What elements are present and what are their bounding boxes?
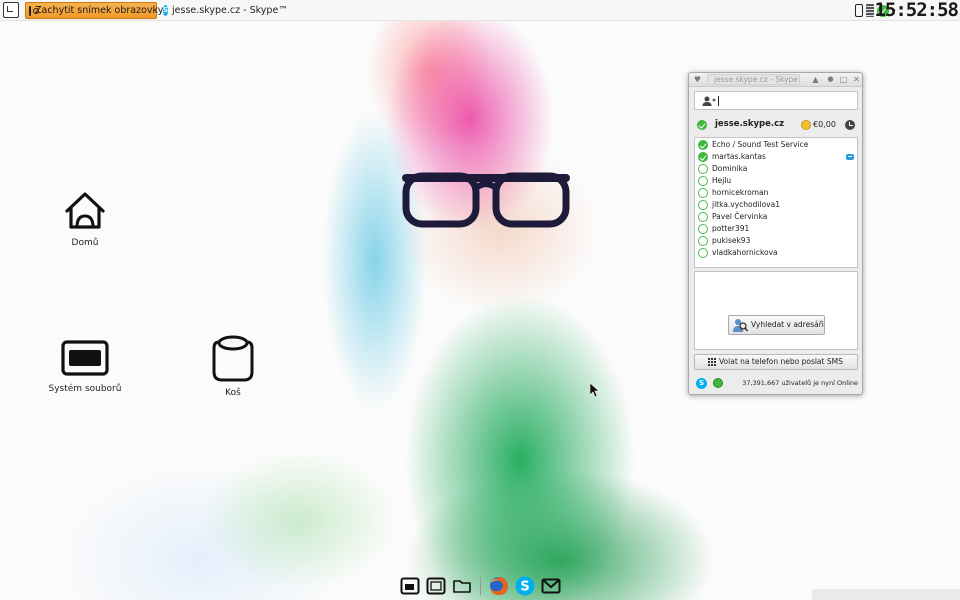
dialpad-icon (708, 358, 716, 366)
offline-status-icon (698, 224, 708, 234)
contact-name: Dominika (712, 164, 748, 173)
contact-item[interactable]: Echo / Sound Test Service (695, 139, 857, 151)
offline-status-icon (698, 248, 708, 258)
application-menu-button[interactable] (3, 2, 19, 18)
history-icon[interactable] (845, 120, 855, 130)
contact-name: pukisek93 (712, 236, 751, 245)
directory-search-icon (733, 319, 748, 332)
window-icon[interactable] (400, 576, 420, 596)
contact-item[interactable]: potter391 (695, 223, 857, 235)
contact-name: Echo / Sound Test Service (712, 140, 809, 149)
taskbar-item-label: jesse.skype.cz - Skype™ (172, 5, 288, 16)
dock-separator (480, 577, 481, 595)
skype-icon[interactable]: S (515, 576, 535, 596)
skype-icon[interactable]: S (696, 378, 707, 389)
contact-name: potter391 (712, 224, 750, 233)
battery-icon[interactable] (855, 4, 863, 17)
contact-name: martas.kantas (712, 152, 766, 161)
offline-status-icon (698, 188, 708, 198)
desktop-icon[interactable] (426, 576, 446, 596)
shade-up-icon[interactable]: ▲ (811, 75, 820, 84)
desktop-icon-label: Systém souborů (48, 384, 122, 394)
contact-name: Pavel Červinka (712, 212, 768, 221)
desktop-icon-filesystem[interactable]: Systém souborů (45, 338, 125, 394)
camera-icon (29, 5, 39, 16)
search-directory-button[interactable]: Vyhledat v adresáři (728, 315, 825, 335)
search-directory-label: Vyhledat v adresáři (751, 320, 824, 329)
window-titlebar[interactable]: ♥ jesse.skype.cz - Skype™ ▲ ● □ ✕ (689, 73, 862, 87)
firefox-icon[interactable] (489, 576, 509, 596)
mail-icon[interactable] (541, 576, 561, 596)
contact-item[interactable]: vladkahornickova (695, 247, 857, 259)
offline-status-icon (698, 200, 708, 210)
home-icon (65, 192, 105, 229)
network-icon[interactable] (866, 4, 874, 17)
offline-status-icon (698, 176, 708, 186)
contact-search-input[interactable] (694, 91, 858, 110)
svg-text:S: S (520, 580, 529, 595)
offline-status-icon (698, 164, 708, 174)
close-icon[interactable]: ✕ (852, 75, 861, 84)
add-contact-icon[interactable] (702, 96, 716, 106)
contact-name: jitka.vychodilova1 (712, 200, 780, 209)
directory-panel: Vyhledat v adresáři (694, 271, 858, 350)
online-status-icon (698, 152, 708, 162)
taskbar-item-screenshot[interactable]: Zachytit snímek obrazovky (25, 2, 163, 19)
contact-name: Hejlu (712, 176, 732, 185)
heart-icon[interactable]: ♥ (693, 75, 702, 84)
contact-item[interactable]: pukisek93 (695, 235, 857, 247)
contact-item[interactable]: Dominika (695, 163, 857, 175)
top-panel: Zachytit snímek obrazovky S jesse.skype.… (0, 0, 960, 21)
contact-list[interactable]: Echo / Sound Test Service martas.kantas … (694, 137, 858, 268)
trash-icon (212, 335, 254, 382)
minimize-icon[interactable]: ● (826, 75, 835, 84)
skype-icon: S (163, 5, 169, 16)
contact-item[interactable]: Hejlu (695, 175, 857, 187)
taskbar-item-label: Zachytit snímek obrazovky (35, 5, 164, 16)
desktop-icon-label: Domů (71, 238, 99, 248)
window-title: jesse.skype.cz - Skype™ (707, 74, 800, 85)
wallpaper-watermark-strip (812, 589, 960, 600)
wallpaper-glasses-graphic (402, 172, 570, 228)
call-phone-button[interactable]: Volat na telefon nebo poslat SMS (694, 354, 858, 370)
mouse-cursor-icon (590, 383, 600, 397)
folder-icon[interactable] (452, 576, 472, 596)
chat-message-icon[interactable] (846, 154, 854, 160)
account-name[interactable]: jesse.skype.cz (715, 119, 784, 129)
text-caret (718, 96, 719, 106)
desktop-icon-trash[interactable]: Koš (193, 334, 273, 398)
contact-name: vladkahornickova (712, 248, 778, 257)
clock[interactable]: 15:52:58 (874, 0, 959, 21)
contact-item[interactable]: hornicekroman (695, 187, 857, 199)
offline-status-icon (698, 212, 708, 222)
contact-item[interactable]: jitka.vychodilova1 (695, 199, 857, 211)
offline-status-icon (698, 236, 708, 246)
call-phone-label: Volat na telefon nebo poslat SMS (719, 357, 843, 366)
taskbar-item-skype[interactable]: S jesse.skype.cz - Skype™ (160, 2, 288, 19)
contact-item[interactable]: martas.kantas (695, 151, 857, 163)
desktop-icon-home[interactable]: Domů (45, 190, 125, 248)
credit-coin-icon (801, 120, 811, 130)
online-status-icon (698, 140, 708, 150)
contact-name: hornicekroman (712, 188, 769, 197)
online-status-icon[interactable] (697, 120, 707, 130)
desktop-icon-label: Koš (225, 388, 241, 398)
online-users-count: 37,391,667 uživatelů je nyní Online (742, 379, 858, 387)
globe-status-icon[interactable] (713, 378, 723, 388)
skype-status-bar: S 37,391,667 uživatelů je nyní Online (694, 375, 858, 391)
drive-icon (61, 340, 109, 376)
dock: S (400, 575, 561, 597)
skype-credit[interactable]: €0,00 (813, 120, 836, 129)
maximize-icon[interactable]: □ (839, 75, 848, 84)
contact-item[interactable]: Pavel Červinka (695, 211, 857, 223)
skype-window: ♥ jesse.skype.cz - Skype™ ▲ ● □ ✕ jesse.… (688, 72, 863, 395)
account-bar: jesse.skype.cz €0,00 (694, 116, 858, 134)
